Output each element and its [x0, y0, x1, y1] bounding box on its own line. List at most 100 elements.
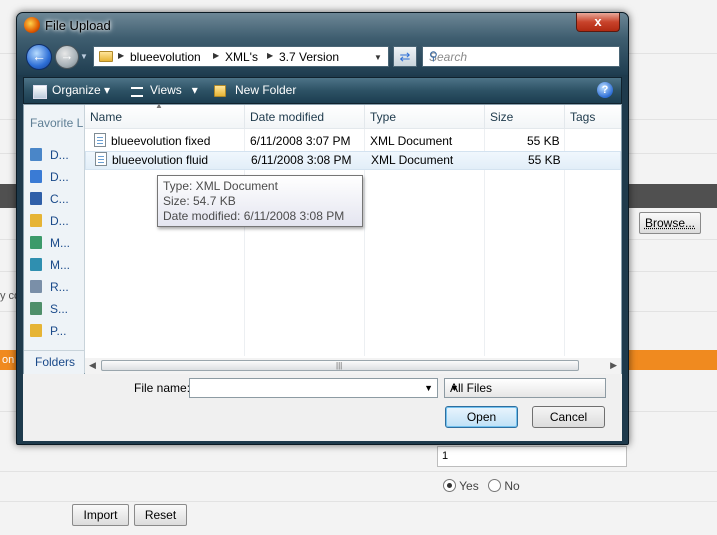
column-label: Name — [90, 110, 123, 124]
refresh-button[interactable]: ⇄ — [393, 46, 417, 67]
chevron-down-icon[interactable]: ▼ — [424, 383, 433, 393]
folder-icon — [30, 214, 42, 227]
favorite-link-item[interactable]: M... — [30, 258, 70, 274]
forward-arrow-icon: → — [60, 48, 74, 63]
file-list: Name ▲ Date modified Type Size Tags blue… — [85, 101, 621, 356]
close-button[interactable]: x — [576, 13, 620, 32]
favorite-link-item[interactable]: D... — [30, 214, 69, 230]
file-row[interactable]: blueevolution fixed 6/11/2008 3:07 PM XM… — [85, 132, 621, 151]
searches-icon — [30, 302, 42, 315]
file-date: 6/11/2008 3:07 PM — [250, 134, 351, 148]
forward-button[interactable]: → — [55, 45, 79, 69]
breadcrumb-arrow-icon[interactable]: ▶ — [118, 51, 124, 60]
xml-file-icon — [95, 152, 107, 166]
address-bar[interactable]: ▶ blueevolution ▶ XML's ▶ 3.7 Version ▼ — [93, 46, 389, 67]
file-type: XML Document — [370, 134, 453, 148]
breadcrumb-arrow-icon[interactable]: ▶ — [267, 51, 273, 60]
navigation-pane: Favorite Links D... D... C... D... M... M... R… — [24, 105, 85, 374]
yes-no-radio-group: Yes No — [443, 479, 520, 493]
favorite-link-label: D... — [50, 170, 69, 184]
favorite-link-label: M... — [50, 236, 70, 250]
search-input[interactable]: Search ⚲ — [422, 46, 620, 67]
favorite-link-item[interactable]: R... — [30, 280, 69, 296]
new-folder-button[interactable]: New Folder — [235, 83, 296, 97]
column-label: Size — [490, 110, 514, 124]
file-name-input[interactable]: ▼ — [189, 378, 438, 398]
favorite-link-item[interactable]: D... — [30, 170, 69, 186]
file-browser: Favorite Links D... D... C... D... M... M... R… — [23, 101, 622, 374]
back-button[interactable]: ← — [26, 44, 52, 70]
search-icon[interactable]: ⚲ — [429, 49, 614, 63]
organize-label: Organize — [52, 83, 101, 97]
column-header-name[interactable]: Name ▲ — [85, 101, 245, 129]
column-header-date[interactable]: Date modified — [245, 105, 365, 129]
column-header-tags[interactable]: Tags — [565, 105, 621, 129]
folders-toggle[interactable]: Folders — [24, 350, 84, 374]
views-button[interactable]: Views ▾ — [150, 83, 198, 97]
file-size: 55 KB — [528, 153, 561, 167]
file-name-label: File name: — [134, 381, 191, 395]
favorite-link-label: R... — [50, 280, 69, 294]
column-label: Date modified — [250, 110, 325, 124]
browse-button[interactable]: Browse... — [639, 212, 701, 234]
chevron-down-icon: ▼ — [450, 383, 459, 393]
breadcrumb-arrow-icon[interactable]: ▶ — [213, 51, 219, 60]
views-icon — [131, 87, 143, 97]
favorite-link-label: C... — [50, 192, 69, 206]
folder-icon — [99, 51, 113, 62]
tooltip-type: Type: XML Document — [163, 179, 278, 193]
breadcrumb-item[interactable]: XML's — [225, 50, 258, 64]
organize-button[interactable]: Organize ▾ — [52, 83, 110, 97]
scroll-left-icon[interactable]: ◀ — [89, 360, 96, 371]
reset-button[interactable]: Reset — [134, 504, 187, 526]
recent-pages-dropdown[interactable]: ▼ — [80, 52, 88, 61]
documents-icon — [30, 148, 42, 161]
xml-file-icon — [94, 133, 106, 147]
divider — [0, 500, 717, 502]
cancel-button[interactable]: Cancel — [532, 406, 605, 428]
column-label: Type — [370, 110, 397, 124]
breadcrumb-item[interactable]: blueevolution — [130, 50, 201, 64]
grip-icon: ||| — [336, 361, 343, 370]
yes-radio[interactable] — [443, 479, 456, 492]
firefox-icon — [24, 17, 40, 33]
dialog-footer: File name: ▼ All Files ▼ Open Cancel — [23, 374, 622, 441]
column-header-size[interactable]: Size — [485, 105, 565, 129]
desktop-icon — [30, 170, 42, 183]
recent-icon — [30, 280, 42, 293]
favorite-link-item[interactable]: D... — [30, 148, 69, 164]
tooltip-date: Date modified: 6/11/2008 3:08 PM — [163, 209, 345, 223]
import-button[interactable]: Import — [72, 504, 129, 526]
refresh-icon: ⇄ — [399, 49, 411, 64]
command-toolbar: Organize ▾ Views ▾ New Folder ? — [23, 77, 622, 104]
help-icon[interactable]: ? — [597, 82, 613, 98]
file-type-select[interactable]: All Files ▼ — [444, 378, 606, 398]
horizontal-scrollbar[interactable]: ◀ ||| ▶ — [85, 358, 621, 374]
new-folder-icon — [214, 85, 226, 97]
computer-icon — [30, 192, 42, 205]
partial-text: on — [2, 354, 15, 366]
back-arrow-icon: ← — [32, 48, 46, 64]
favorite-link-item[interactable]: C... — [30, 192, 69, 208]
sort-ascending-icon: ▲ — [155, 101, 163, 110]
number-field[interactable]: 1 — [437, 446, 627, 467]
no-radio[interactable] — [488, 479, 502, 492]
tooltip-size: Size: 54.7 KB — [163, 194, 236, 208]
breadcrumb-item[interactable]: 3.7 Version — [279, 50, 339, 64]
organize-icon — [33, 85, 47, 99]
favorite-link-item[interactable]: M... — [30, 236, 70, 252]
file-row-hovered[interactable]: blueevolution fluid 6/11/2008 3:08 PM XM… — [85, 151, 621, 170]
file-size: 55 KB — [527, 134, 560, 148]
open-button[interactable]: Open — [445, 406, 518, 428]
music-icon — [30, 236, 42, 249]
favorite-link-item[interactable]: P... — [30, 324, 66, 340]
favorite-links-header: Favorite Links — [30, 116, 84, 130]
favorite-link-item[interactable]: S... — [30, 302, 68, 318]
file-name: blueevolution fixed — [111, 134, 211, 148]
file-type: XML Document — [371, 153, 454, 167]
scrollbar-thumb[interactable]: ||| — [101, 360, 579, 371]
address-dropdown-icon[interactable]: ▼ — [374, 53, 382, 62]
column-header-type[interactable]: Type — [365, 105, 485, 129]
favorite-link-label: M... — [50, 258, 70, 272]
scroll-right-icon[interactable]: ▶ — [610, 360, 617, 371]
